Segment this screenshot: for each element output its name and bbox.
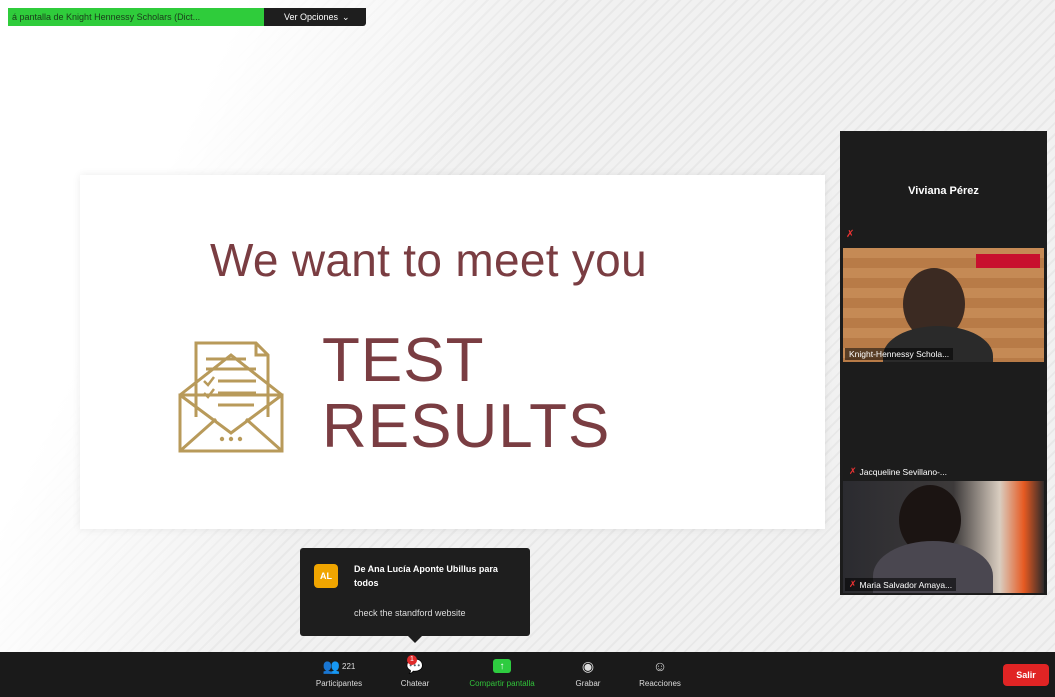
participants-icon: 👥 bbox=[322, 657, 341, 674]
video-tile[interactable]: ✗ Maria Salvador Amaya... bbox=[843, 481, 1044, 593]
leave-button[interactable]: Salir bbox=[1003, 664, 1049, 686]
participants-label: Participantes bbox=[315, 679, 363, 688]
organization-logo bbox=[976, 254, 1040, 268]
reactions-icon: ☺ bbox=[652, 658, 668, 674]
video-panel: Viviana Pérez ✗ Knight-Hennessy Schola..… bbox=[840, 131, 1047, 595]
participant-name-label: ✗ Jacqueline Sevillano-... bbox=[845, 465, 951, 478]
chat-button[interactable]: 💬 1 Chatear bbox=[392, 655, 438, 688]
chat-sender: De Ana Lucía Aponte Ubillus para todos bbox=[354, 564, 498, 588]
sharing-text: á pantalla de Knight Hennessy Scholars (… bbox=[8, 8, 264, 26]
sharing-indicator-bar: á pantalla de Knight Hennessy Scholars (… bbox=[8, 8, 366, 26]
participants-button[interactable]: 👥 221 Participantes bbox=[308, 656, 370, 689]
record-icon: ◉ bbox=[581, 657, 595, 674]
video-tile[interactable]: ✗ Jacqueline Sevillano-... bbox=[843, 364, 1044, 480]
share-screen-button[interactable]: ↑ Compartir pantalla bbox=[456, 656, 548, 688]
view-options-label: Ver Opciones bbox=[284, 12, 339, 22]
presentation-slide: We want to meet you TEST RESULTS bbox=[80, 175, 825, 529]
share-screen-label: Compartir pantalla bbox=[469, 679, 535, 688]
chat-message: check the standford website bbox=[354, 608, 466, 618]
participants-count: 221 bbox=[342, 661, 356, 671]
view-options-button[interactable]: Ver Opciones ⌄ bbox=[264, 8, 366, 26]
record-label: Grabar bbox=[575, 679, 601, 688]
participant-name: Maria Salvador Amaya... bbox=[859, 579, 953, 590]
slide-title: We want to meet you bbox=[210, 234, 647, 286]
participant-name-label: Knight-Hennessy Schola... bbox=[845, 348, 954, 360]
chat-notification[interactable]: AL De Ana Lucía Aponte Ubillus para todo… bbox=[300, 548, 530, 643]
mic-off-icon: ✗ bbox=[849, 466, 857, 476]
mic-off-icon: ✗ bbox=[846, 229, 855, 240]
participant-name-label: ✗ Maria Salvador Amaya... bbox=[845, 578, 957, 591]
reactions-button[interactable]: ☺ Reacciones bbox=[628, 656, 692, 688]
meeting-toolbar: 👥 221 Participantes 💬 1 Chatear ↑ Compar… bbox=[0, 652, 1055, 697]
slide-heading-line-2: RESULTS bbox=[322, 392, 611, 461]
chat-badge: 1 bbox=[407, 655, 417, 665]
video-tile[interactable]: Knight-Hennessy Schola... bbox=[843, 248, 1044, 362]
chevron-down-icon: ⌄ bbox=[342, 12, 350, 22]
share-screen-icon: ↑ bbox=[493, 659, 511, 673]
slide-heading-line-1: TEST bbox=[322, 326, 485, 395]
reactions-label: Reacciones bbox=[639, 679, 681, 688]
active-speaker-name: Viviana Pérez bbox=[908, 185, 979, 197]
envelope-document-icon bbox=[178, 341, 284, 453]
participant-name: Jacqueline Sevillano-... bbox=[859, 466, 947, 477]
mic-off-icon: ✗ bbox=[849, 579, 857, 589]
record-button[interactable]: ◉ Grabar bbox=[568, 656, 608, 689]
participant-name: Knight-Hennessy Schola... bbox=[849, 349, 950, 359]
avatar: AL bbox=[314, 564, 338, 588]
chat-label: Chatear bbox=[400, 679, 430, 688]
